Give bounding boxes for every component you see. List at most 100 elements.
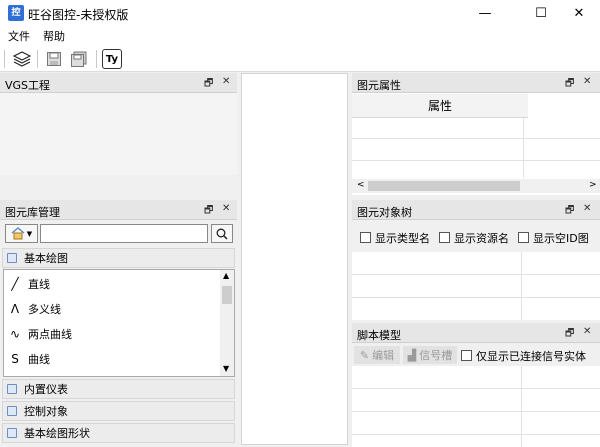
- property-column-header[interactable]: 属性: [352, 94, 528, 118]
- checkbox-label: 显示类型名: [375, 232, 430, 245]
- list-item[interactable]: ᐱ 多义线: [8, 297, 61, 321]
- polyline-icon: ᐱ: [10, 302, 20, 316]
- scroll-left-icon[interactable]: <: [357, 180, 365, 190]
- category-label: 内置仪表: [24, 383, 68, 396]
- layers-button[interactable]: [11, 48, 33, 70]
- text-tool-button[interactable]: Ty: [102, 49, 122, 69]
- toolbar-grip: [4, 50, 5, 68]
- checkbox-label: 显示资源名: [454, 232, 509, 245]
- checkbox-icon: [360, 232, 371, 243]
- category-icon: [7, 253, 17, 263]
- category-builtin-gauges[interactable]: 内置仪表: [2, 379, 235, 399]
- grid-divider: [352, 411, 600, 412]
- show-empty-id-checkbox[interactable]: 显示空ID图: [518, 230, 589, 246]
- list-scrollbar[interactable]: ▲ ▼: [220, 270, 234, 376]
- toolbar-separator: [37, 50, 38, 68]
- grid-divider: [352, 138, 600, 139]
- scroll-down-icon[interactable]: ▼: [223, 364, 229, 373]
- close-icon[interactable]: ✕: [583, 326, 591, 337]
- minimize-button[interactable]: —: [462, 0, 508, 26]
- app-icon: 控: [8, 5, 24, 21]
- home-dropdown-button[interactable]: ▼: [5, 224, 38, 243]
- library-panel-header: 图元库管理 🗗 ✕: [0, 200, 237, 220]
- float-icon[interactable]: 🗗: [204, 203, 213, 220]
- line-icon: ╱: [11, 277, 19, 291]
- scroll-right-icon[interactable]: >: [589, 180, 597, 190]
- category-basic-shapes[interactable]: 基本绘图形状: [2, 423, 235, 443]
- close-icon[interactable]: ✕: [222, 76, 230, 87]
- signal-icon: ▟: [407, 348, 417, 362]
- grid-divider: [521, 252, 522, 320]
- close-icon[interactable]: ✕: [583, 203, 591, 214]
- props-panel-header: 图元属性 🗗 ✕: [352, 73, 600, 93]
- search-button[interactable]: [211, 224, 233, 243]
- props-panel-title: 图元属性: [357, 79, 401, 92]
- library-panel-title: 图元库管理: [5, 206, 60, 219]
- category-icon: [7, 384, 17, 394]
- grid-divider: [352, 297, 600, 298]
- edit-button[interactable]: ✎ 编辑: [354, 346, 400, 364]
- category-icon: [7, 428, 17, 438]
- toolbar: [0, 44, 600, 72]
- canvas-area[interactable]: [241, 73, 348, 445]
- float-icon[interactable]: 🗗: [204, 76, 213, 93]
- edit-button-label: 编辑: [372, 349, 395, 362]
- list-item-label: 两点曲线: [28, 328, 72, 341]
- save-icon: [47, 52, 61, 66]
- scroll-thumb[interactable]: [222, 286, 232, 304]
- list-item-label: 多义线: [28, 303, 61, 316]
- category-label: 控制对象: [24, 405, 68, 418]
- close-icon[interactable]: ✕: [222, 203, 230, 214]
- curve-icon: S: [11, 352, 19, 366]
- scroll-up-icon[interactable]: ▲: [223, 271, 229, 280]
- tree-panel-header: 图元对象树 🗗 ✕: [352, 200, 600, 220]
- float-icon[interactable]: 🗗: [565, 76, 574, 93]
- signal-slot-label: 信号槽: [419, 349, 453, 362]
- list-item[interactable]: S 曲线: [8, 347, 50, 371]
- script-panel-title: 脚本模型: [357, 329, 401, 342]
- connected-only-checkbox[interactable]: 仅显示已连接信号实体: [461, 348, 586, 364]
- object-tree[interactable]: [352, 252, 600, 320]
- menu-file[interactable]: 文件: [8, 28, 30, 44]
- grid-divider: [352, 388, 600, 389]
- layers-icon: [13, 51, 31, 67]
- toolbar-separator-2: [96, 50, 97, 68]
- show-resource-name-checkbox[interactable]: 显示资源名: [439, 230, 509, 246]
- pencil-icon: ✎: [359, 348, 370, 362]
- grid-divider: [352, 274, 600, 275]
- save-all-button[interactable]: [68, 48, 90, 70]
- checkbox-icon: [461, 350, 472, 361]
- category-control-objects[interactable]: 控制对象: [2, 401, 235, 421]
- menu-bar: [0, 26, 600, 44]
- checkbox-icon: [439, 232, 450, 243]
- float-icon[interactable]: 🗗: [565, 326, 574, 343]
- vgs-panel-header: VGS工程 🗗 ✕: [0, 73, 237, 93]
- list-item[interactable]: ╱ 直线: [8, 272, 50, 296]
- window-title: 旺谷图控-未授权版: [28, 8, 129, 22]
- signal-slot-button[interactable]: ▟ 信号槽: [403, 346, 457, 364]
- show-type-name-checkbox[interactable]: 显示类型名: [360, 230, 430, 246]
- category-basic-drawing[interactable]: 基本绘图: [2, 248, 235, 268]
- checkbox-label: 显示空ID图: [533, 232, 589, 245]
- list-item[interactable]: ∿ 两点曲线: [8, 322, 72, 346]
- home-icon: [11, 227, 25, 240]
- category-label: 基本绘图形状: [24, 427, 90, 440]
- vgs-project-area[interactable]: [0, 93, 237, 175]
- menu-help[interactable]: 帮助: [43, 28, 65, 44]
- grid-divider: [352, 434, 600, 435]
- close-button[interactable]: ✕: [556, 0, 600, 26]
- close-icon[interactable]: ✕: [583, 76, 591, 87]
- search-icon: [216, 228, 228, 240]
- grid-divider: [523, 118, 524, 178]
- props-hscrollbar[interactable]: < >: [352, 179, 600, 193]
- library-search-input[interactable]: [40, 224, 208, 243]
- list-item-label: 曲线: [28, 353, 50, 366]
- save-button[interactable]: [43, 48, 65, 70]
- float-icon[interactable]: 🗗: [565, 203, 574, 220]
- vgs-panel-title: VGS工程: [5, 79, 51, 92]
- checkbox-icon: [518, 232, 529, 243]
- tree-panel-title: 图元对象树: [357, 206, 412, 219]
- scroll-thumb[interactable]: [368, 181, 520, 191]
- category-icon: [7, 406, 17, 416]
- checkbox-label: 仅显示已连接信号实体: [476, 350, 586, 363]
